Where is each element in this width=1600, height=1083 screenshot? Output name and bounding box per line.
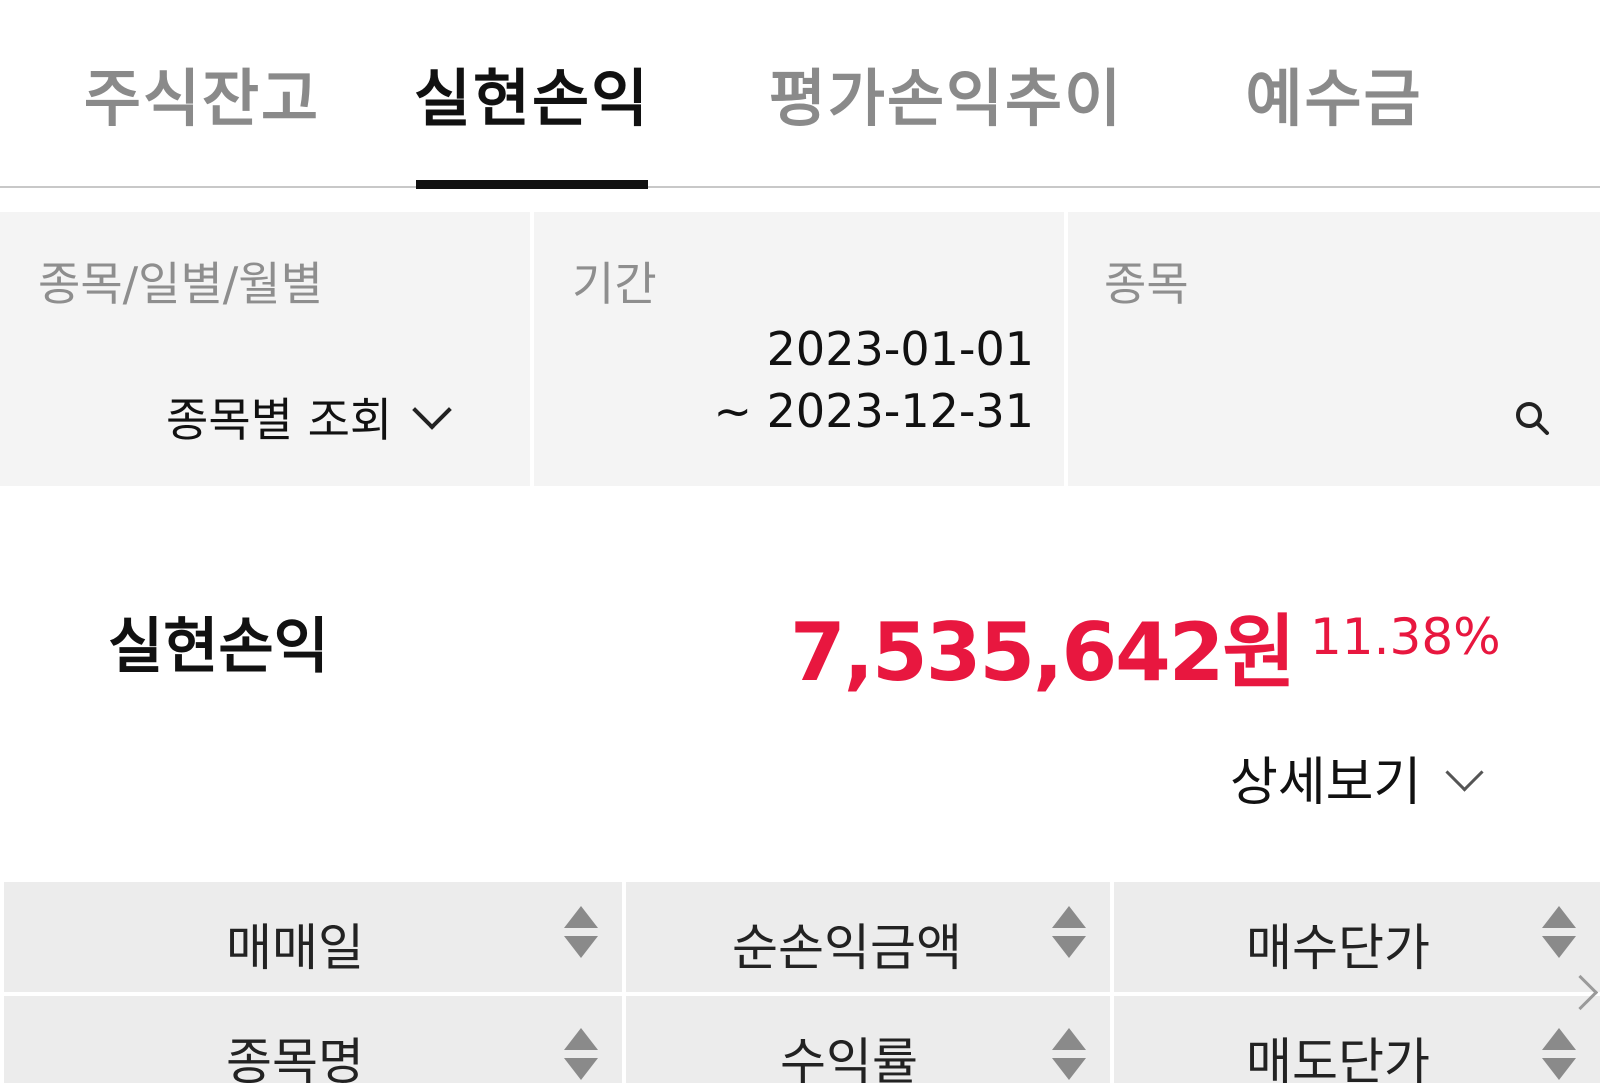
filter-view-type[interactable]: 종목/일별/월별 종목별 조회 <box>0 212 530 486</box>
sort-icon <box>1052 906 1086 966</box>
header-net-pnl-amount[interactable]: 순손익금액 <box>626 882 1110 992</box>
filter-period[interactable]: 기간 2023-01-01 ~ 2023-12-31 <box>534 212 1064 486</box>
header-label: 수익률 <box>780 1033 918 1083</box>
header-sell-price[interactable]: 매도단가 <box>1114 996 1600 1083</box>
filter-period-label: 기간 <box>572 257 657 311</box>
chevron-down-icon <box>412 390 453 430</box>
detail-label: 상세보기 <box>1230 753 1422 813</box>
sort-icon <box>564 906 598 966</box>
period-end: ~ 2023-12-31 <box>713 384 1035 438</box>
active-tab-indicator <box>416 180 648 189</box>
tab-valuation-trend[interactable]: 평가손익추이 <box>769 48 1122 184</box>
period-start: 2023-01-01 <box>766 322 1034 376</box>
page: 주식잔고 실현손익 평가손익추이 예수금 종목/일별/월별 종목별 조회 기간 … <box>0 0 1600 1083</box>
chevron-down-icon <box>1445 753 1484 792</box>
header-label: 매도단가 <box>1246 1033 1430 1083</box>
filter-stock[interactable]: 종목 <box>1068 212 1600 486</box>
filter-stock-label: 종목 <box>1104 257 1189 311</box>
realized-pnl-rate: 11.38% <box>1310 608 1501 666</box>
view-type-select[interactable]: 종목별 조회 <box>166 384 453 450</box>
tab-deposit[interactable]: 예수금 <box>1244 48 1424 184</box>
header-buy-price[interactable]: 매수단가 <box>1114 882 1600 992</box>
tab-bar: 주식잔고 실현손익 평가손익추이 예수금 <box>0 0 1600 189</box>
header-return-rate[interactable]: 수익률 <box>626 996 1110 1083</box>
realized-pnl-amount: 7,535,642원 <box>790 606 1296 699</box>
tab-realized-pnl[interactable]: 실현손익 <box>414 48 648 184</box>
filter-view-label: 종목/일별/월별 <box>38 257 323 311</box>
sort-icon <box>1542 1028 1576 1083</box>
tab-stock-balance[interactable]: 주식잔고 <box>84 48 320 184</box>
detail-toggle[interactable]: 상세보기 <box>1230 740 1484 815</box>
sort-icon <box>1542 906 1576 966</box>
header-label: 매매일 <box>226 919 364 977</box>
header-label: 순손익금액 <box>732 919 962 977</box>
header-label: 종목명 <box>226 1033 364 1083</box>
view-type-value: 종목별 조회 <box>166 393 393 447</box>
header-trade-date[interactable]: 매매일 <box>4 882 622 992</box>
header-label: 매수단가 <box>1246 919 1430 977</box>
search-icon[interactable] <box>1512 398 1552 438</box>
header-stock-name[interactable]: 종목명 <box>4 996 622 1083</box>
sort-icon <box>1052 1028 1086 1083</box>
sort-icon <box>564 1028 598 1083</box>
summary-label: 실현손익 <box>108 612 329 682</box>
